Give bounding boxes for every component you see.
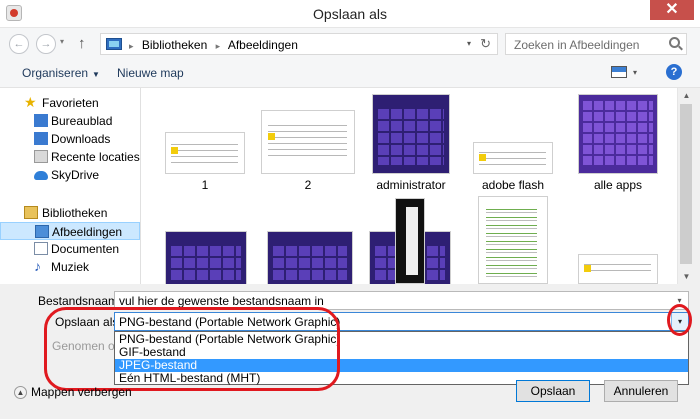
search-placeholder: Zoeken in Afbeeldingen [514, 38, 640, 52]
music-icon: ♪ [34, 258, 41, 274]
search-input[interactable]: Zoeken in Afbeeldingen [505, 33, 687, 55]
search-icon[interactable] [669, 37, 680, 48]
sidebar-item-label: Muziek [51, 260, 90, 274]
view-options-icon[interactable] [611, 66, 627, 78]
sidebar-item-label: Bureaublad [51, 114, 113, 128]
address-bar[interactable]: ▸ Bibliotheken ▸ Afbeeldingen ▾ ↻ [100, 33, 498, 55]
help-icon[interactable]: ? [666, 64, 682, 80]
sidebar-item-label: Downloads [51, 132, 111, 146]
sidebar-item-label: Recente locaties [51, 150, 140, 164]
hide-folders-label: Mappen verbergen [31, 385, 132, 399]
breadcrumb-libraries[interactable]: Bibliotheken [142, 38, 207, 52]
sidebar-group-label: Favorieten [42, 96, 99, 110]
libraries-icon [106, 38, 122, 50]
downloads-icon [34, 132, 48, 145]
breadcrumb: ▸ Bibliotheken ▸ Afbeeldingen [129, 38, 298, 52]
sidebar-item-recent-places[interactable]: Recente locaties [0, 148, 140, 166]
filename-label: Bestandsnaam: [38, 294, 122, 308]
file-thumbnail[interactable] [267, 231, 353, 284]
cancel-button[interactable]: Annuleren [604, 380, 678, 402]
sidebar-group-favorites[interactable]: ★ Favorieten [0, 94, 140, 112]
sidebar-group-label: Bibliotheken [42, 206, 108, 220]
sidebar-item-music[interactable]: ♪ Muziek [0, 258, 140, 276]
cloud-icon [34, 171, 48, 180]
file-thumbnail[interactable] [478, 196, 548, 284]
forward-button[interactable]: → [36, 34, 56, 54]
pictures-icon [35, 225, 49, 238]
sidebar-group-libraries[interactable]: Bibliotheken [0, 204, 140, 222]
libraries-icon [24, 206, 38, 219]
organize-label: Organiseren [22, 66, 89, 80]
documents-icon [34, 242, 48, 255]
file-thumbnail[interactable] [578, 94, 658, 174]
file-thumbnail[interactable] [165, 231, 247, 284]
refresh-icon[interactable]: ↻ [480, 36, 491, 52]
save-button[interactable]: Opslaan [516, 380, 590, 402]
view-options-dropdown[interactable]: ▾ [633, 68, 637, 77]
breadcrumb-pictures[interactable]: Afbeeldingen [228, 38, 298, 52]
recent-locations-dropdown[interactable]: ▾ [60, 37, 64, 46]
sidebar-item-label: SkyDrive [51, 168, 100, 182]
annotation-highlight-rect [44, 307, 340, 391]
file-thumbnail[interactable] [165, 132, 245, 174]
scroll-up-icon[interactable]: ▲ [678, 88, 695, 103]
file-thumbnail[interactable] [473, 142, 553, 174]
sidebar-item-label: Documenten [51, 242, 120, 256]
star-icon: ★ [24, 94, 37, 110]
window-title: Opslaan als [313, 6, 387, 22]
hide-folders-button[interactable]: ▲ Mappen verbergen [14, 385, 132, 400]
file-name: 1 [201, 178, 209, 192]
file-name: administrator [376, 178, 446, 192]
title-bar: Opslaan als ✕ [0, 0, 700, 28]
breadcrumb-separator: ▸ [215, 41, 221, 51]
navigation-pane: ★ Favorieten Bureaublad Downloads Recent… [0, 88, 140, 284]
file-thumbnail[interactable] [261, 110, 355, 174]
recent-places-icon [34, 150, 48, 163]
sidebar-item-desktop[interactable]: Bureaublad [0, 112, 140, 130]
file-thumbnail[interactable] [372, 94, 450, 174]
sidebar-item-documents[interactable]: Documenten [0, 240, 140, 258]
organize-button[interactable]: Organiseren ▼ [22, 66, 100, 80]
sidebar-item-skydrive[interactable]: SkyDrive [0, 166, 140, 184]
chevron-up-icon: ▲ [14, 386, 27, 400]
sidebar-item-pictures[interactable]: Afbeeldingen [0, 222, 140, 240]
file-list[interactable]: 1 2 administrator adobe flash alle apps [140, 88, 677, 284]
file-thumbnail[interactable] [395, 198, 425, 284]
annotation-highlight-circle [667, 304, 692, 336]
close-button[interactable]: ✕ [650, 0, 694, 20]
file-name: alle apps [593, 178, 643, 192]
command-bar: Organiseren ▼ Nieuwe map ▾ ? [0, 58, 700, 88]
chevron-down-icon: ▼ [92, 70, 100, 79]
breadcrumb-separator: ▸ [129, 41, 134, 51]
new-folder-button[interactable]: Nieuwe map [117, 66, 184, 80]
address-row: ← → ▾ ↑ ▸ Bibliotheken ▸ Afbeeldingen ▾ … [0, 28, 700, 58]
filename-value: vul hier de gewenste bestandsnaam in [119, 294, 324, 308]
sidebar-item-downloads[interactable]: Downloads [0, 130, 140, 148]
scrollbar-thumb[interactable] [680, 104, 692, 264]
back-button[interactable]: ← [9, 34, 29, 54]
desktop-icon [34, 114, 48, 127]
sidebar-item-label: Afbeeldingen [52, 225, 123, 239]
up-button[interactable]: ↑ [78, 35, 86, 52]
scroll-down-icon[interactable]: ▼ [678, 269, 695, 284]
vertical-scrollbar[interactable]: ▲ ▼ [677, 88, 694, 284]
file-thumbnail[interactable] [578, 254, 658, 284]
address-history-dropdown[interactable]: ▾ [467, 39, 471, 48]
file-name: 2 [304, 178, 312, 192]
file-name: adobe flash [481, 178, 545, 192]
